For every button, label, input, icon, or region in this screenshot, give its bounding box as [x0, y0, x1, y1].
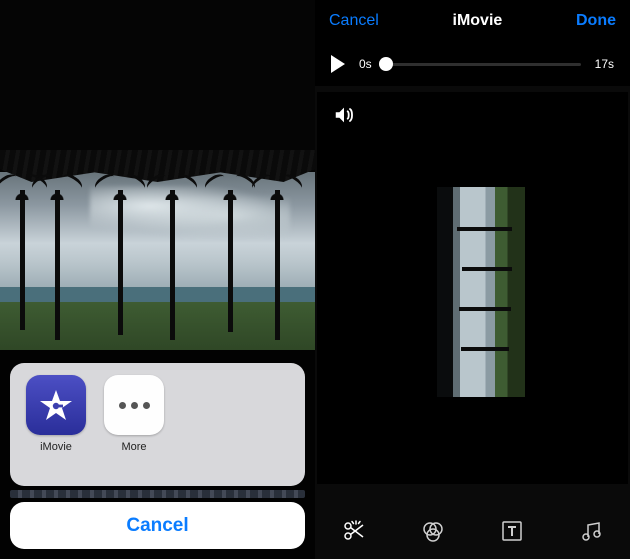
volume-icon[interactable] [333, 104, 355, 131]
share-app-label: iMovie [40, 441, 72, 453]
preview-frame [437, 187, 525, 397]
share-app-imovie[interactable]: iMovie [26, 375, 86, 453]
nav-cancel-button[interactable]: Cancel [329, 12, 379, 30]
photos-share-pane: iMovie More Cancel [0, 0, 315, 559]
filmstrip-peek [10, 490, 305, 498]
scrubber-thumb[interactable] [379, 57, 393, 71]
imovie-editor-pane: Cancel iMovie Done 0s 17s [315, 0, 630, 559]
share-sheet: iMovie More [10, 363, 305, 486]
text-icon[interactable] [492, 511, 532, 551]
share-apps-row: iMovie More [20, 375, 295, 453]
music-icon[interactable] [571, 511, 611, 551]
nav-bar: Cancel iMovie Done [315, 0, 630, 42]
nav-title: iMovie [453, 12, 503, 30]
cancel-button[interactable]: Cancel [10, 502, 305, 549]
play-icon[interactable] [331, 55, 345, 73]
nav-done-button[interactable]: Done [576, 12, 616, 30]
share-app-more[interactable]: More [104, 375, 164, 453]
more-dots-icon [104, 375, 164, 435]
video-preview[interactable] [317, 92, 628, 484]
imovie-star-icon [26, 375, 86, 435]
player-duration: 17s [595, 57, 614, 71]
player-current-time: 0s [359, 57, 372, 71]
editor-toolbar [315, 503, 630, 559]
share-app-label: More [121, 441, 146, 453]
scrubber-track[interactable] [386, 63, 581, 66]
player-bar: 0s 17s [315, 42, 630, 86]
filters-icon[interactable] [413, 511, 453, 551]
scissors-icon[interactable] [334, 511, 374, 551]
cancel-button-label: Cancel [126, 515, 188, 537]
